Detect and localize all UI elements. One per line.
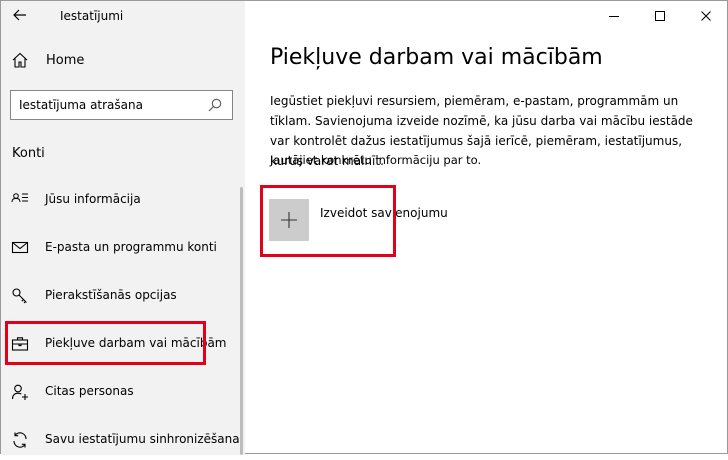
sidebar-scrollbar-thumb[interactable] <box>240 187 243 455</box>
page-title: Piekļuve darbam vai mācībām <box>270 45 603 70</box>
sidebar: Iestatījumi Home Konti Jūsu informācija <box>1 1 245 455</box>
person-add-icon <box>11 384 28 400</box>
sidebar-item-your-info[interactable]: Jūsu informācija <box>1 180 233 220</box>
close-icon <box>701 11 711 21</box>
minimize-button[interactable] <box>591 1 637 31</box>
sidebar-item-label: Jūsu informācija <box>45 192 141 206</box>
sidebar-item-label: Savu iestatījumu sinhronizēšana <box>45 432 240 446</box>
sync-icon <box>13 432 27 448</box>
highlight-box-connect <box>260 185 396 257</box>
search-box[interactable] <box>10 90 233 120</box>
sidebar-scrollbar[interactable] <box>233 187 245 455</box>
key-icon <box>12 288 27 304</box>
section-title: Konti <box>12 146 45 161</box>
maximize-icon <box>655 11 665 21</box>
close-button[interactable] <box>683 1 728 31</box>
sidebar-item-sign-in-options[interactable]: Pierakstīšanās opcijas <box>1 276 233 316</box>
home-icon <box>12 52 28 68</box>
search-icon <box>208 98 222 112</box>
sidebar-item-email-accounts[interactable]: E-pasta un programmu konti <box>1 228 233 268</box>
mail-icon <box>11 241 29 254</box>
back-button[interactable] <box>8 5 32 25</box>
titlebar-left: Iestatījumi <box>1 1 245 33</box>
home-label: Home <box>46 53 85 68</box>
search-button[interactable] <box>207 97 223 117</box>
sidebar-item-label: Citas personas <box>45 384 134 398</box>
search-input[interactable] <box>11 91 209 119</box>
page-description-note: Jautājiet konkrētu informāciju par to. <box>270 153 482 167</box>
sidebar-item-label: E-pasta un programmu konti <box>45 240 217 254</box>
sidebar-item-label: Pierakstīšanās opcijas <box>45 288 177 302</box>
person-card-icon <box>11 193 28 203</box>
sidebar-item-home[interactable]: Home <box>1 45 245 77</box>
minimize-icon <box>609 16 619 17</box>
sidebar-item-other-people[interactable]: Citas personas <box>1 372 233 412</box>
highlight-box-nav <box>5 321 206 365</box>
arrow-left-icon <box>13 9 26 21</box>
sidebar-item-sync-settings[interactable]: Savu iestatījumu sinhronizēšana <box>1 420 240 460</box>
maximize-button[interactable] <box>637 1 683 31</box>
app-title: Iestatījumi <box>60 9 124 23</box>
